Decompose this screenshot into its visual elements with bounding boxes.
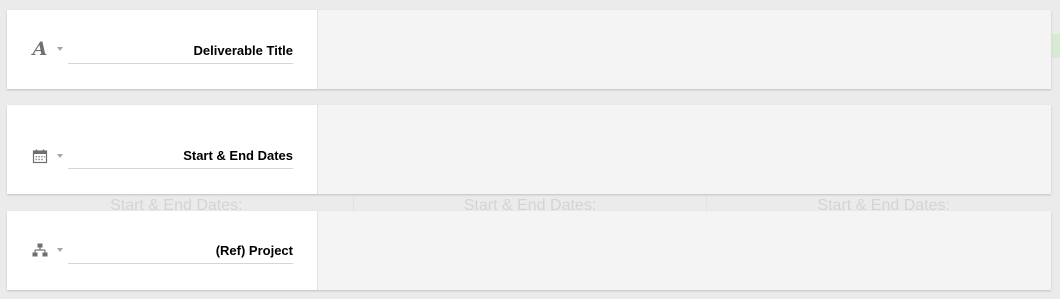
chevron-down-icon	[57, 154, 63, 158]
background-column-header: Start & End Dates:	[817, 197, 950, 212]
field-name-input[interactable]	[68, 142, 293, 169]
field-name-input[interactable]	[68, 237, 293, 264]
field-config-panel	[7, 211, 318, 290]
field-preview-area[interactable]	[318, 211, 1051, 290]
background-column-header: Start & End Dates:	[354, 196, 708, 212]
field-config-panel	[7, 105, 318, 194]
background-column-header: Start & End Dates:	[0, 196, 354, 212]
background-highlight	[1052, 34, 1060, 58]
chevron-down-icon	[57, 47, 63, 51]
field-preview-area[interactable]	[318, 105, 1051, 194]
hierarchy-icon	[31, 241, 49, 259]
background-column-headers: Start & End Dates: Start & End Dates: St…	[0, 196, 1060, 212]
field-card-deliverable-title: A	[7, 10, 1051, 89]
field-type-dropdown[interactable]	[31, 241, 63, 259]
field-card-start-end-dates	[7, 105, 1051, 194]
field-config-panel: A	[7, 10, 318, 89]
text-type-icon: A	[32, 38, 48, 60]
field-card-ref-project	[7, 211, 1051, 290]
field-name-input[interactable]	[68, 37, 293, 64]
field-preview-area[interactable]	[318, 10, 1051, 89]
chevron-down-icon	[57, 248, 63, 252]
field-type-dropdown[interactable]: A	[31, 38, 63, 60]
field-type-dropdown[interactable]	[31, 147, 63, 165]
calendar-icon	[31, 147, 49, 165]
